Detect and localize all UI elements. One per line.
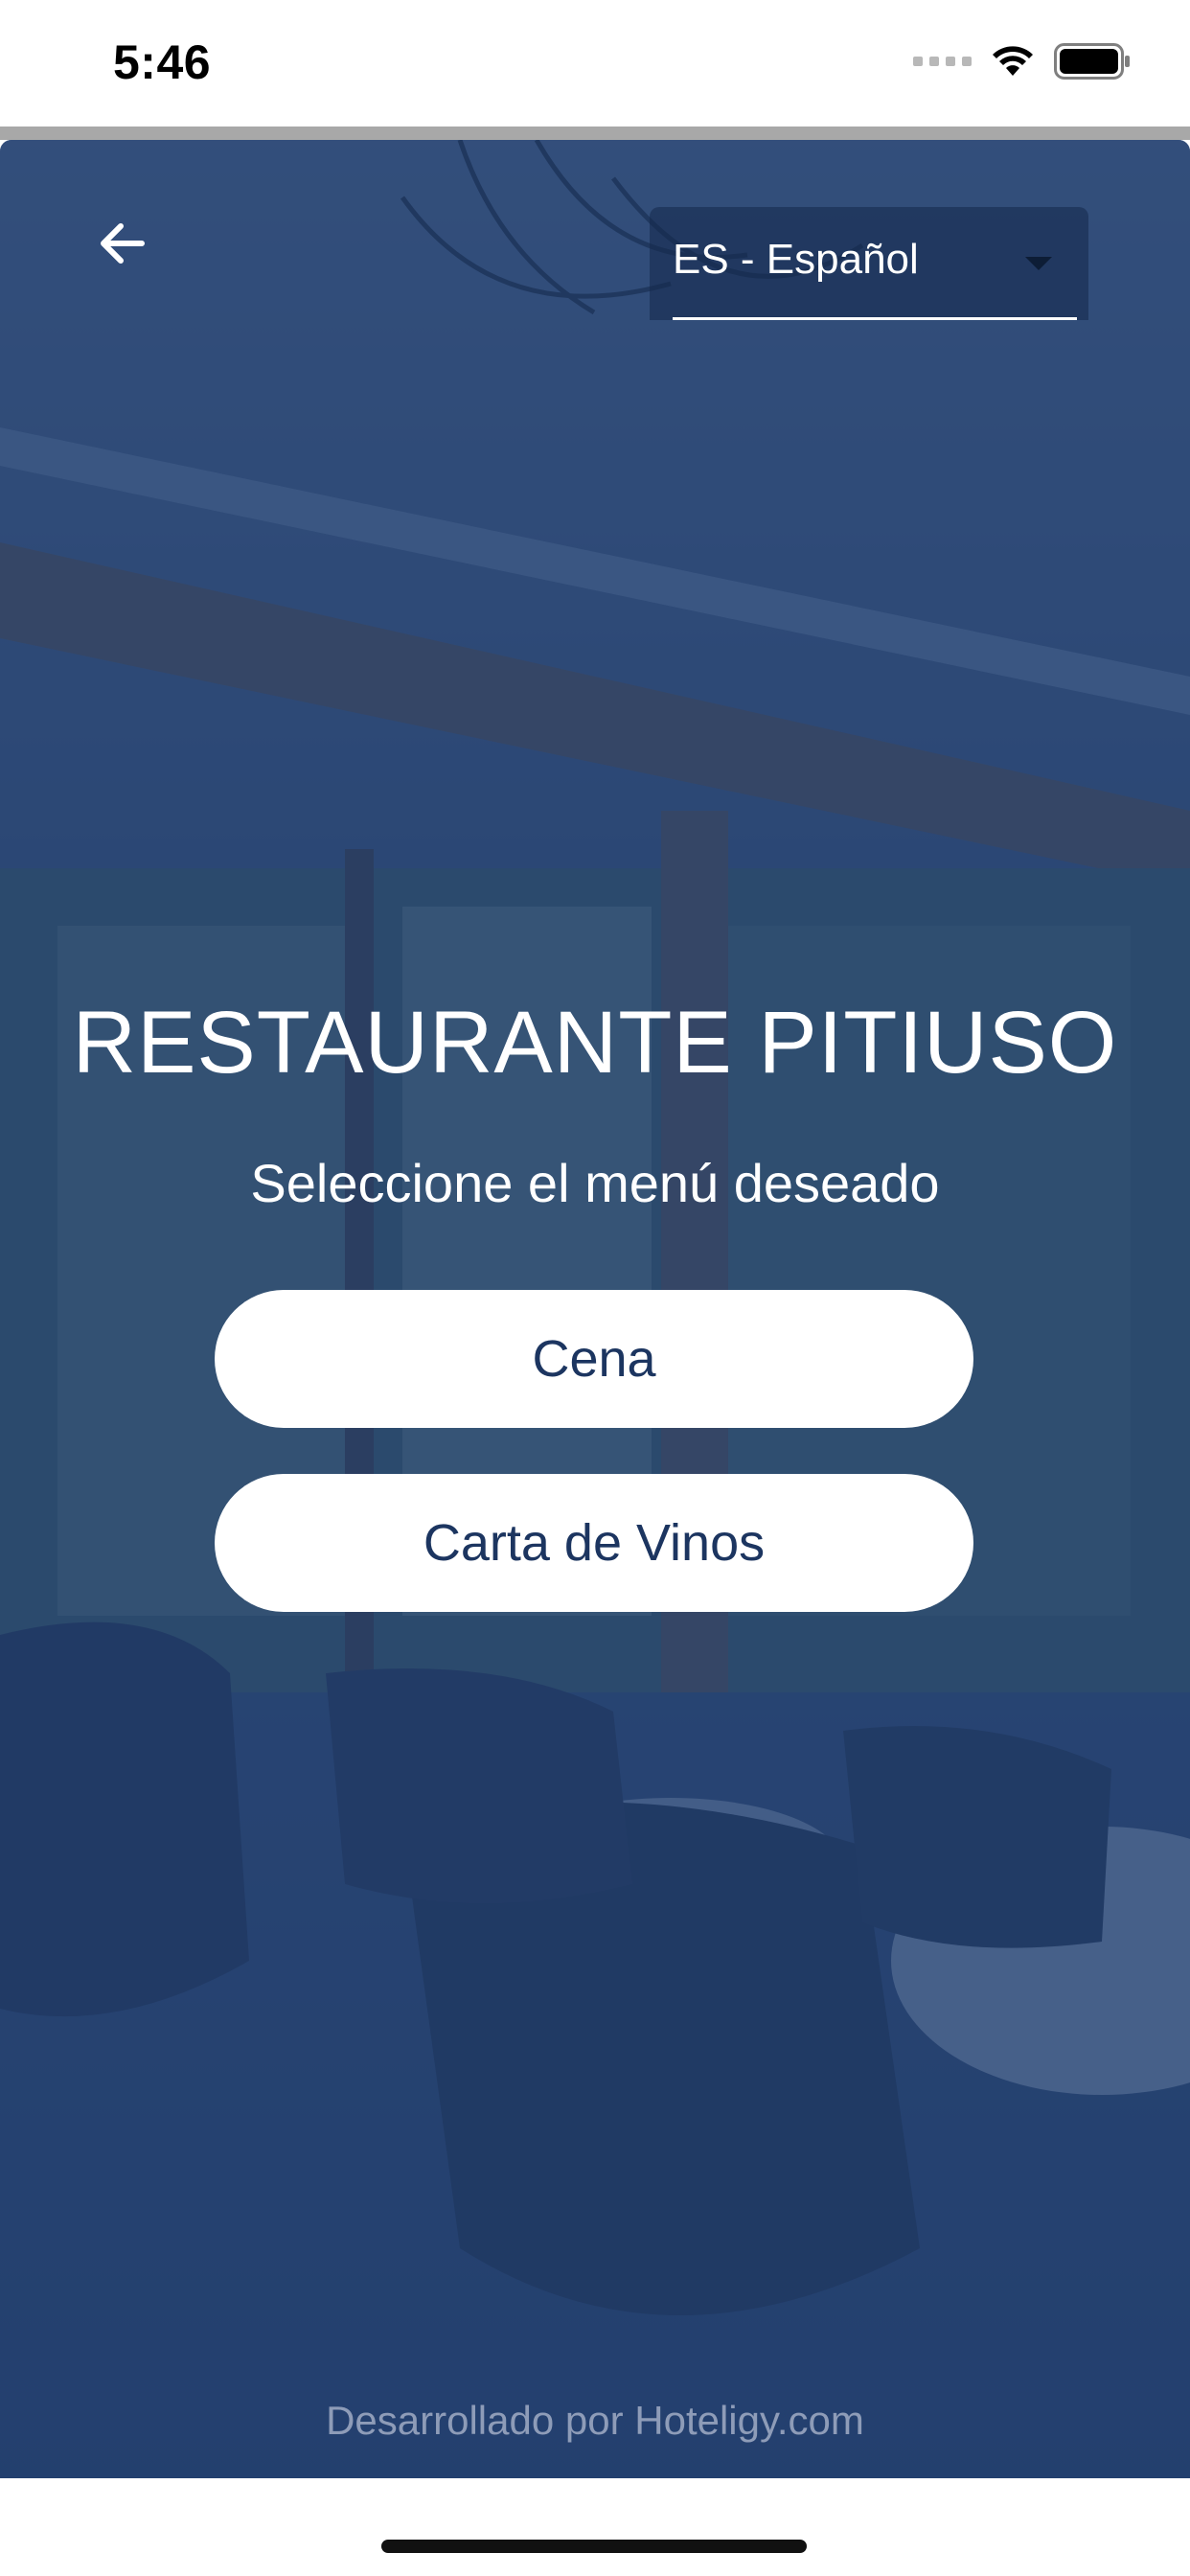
battery-icon	[1054, 43, 1130, 80]
restaurant-hero: ES - Español RESTAURANTE PITIUSO Selecci…	[0, 140, 1190, 2478]
home-indicator-area	[0, 2478, 1190, 2576]
arrow-left-icon	[101, 223, 145, 264]
language-select-value: ES - Español	[673, 236, 919, 283]
language-select-underline	[673, 317, 1077, 320]
cellular-signal-icon	[913, 57, 972, 66]
developer-credit: Desarrollado por Hoteligy.com	[326, 2398, 864, 2443]
modal-backdrop-strip	[0, 126, 1190, 140]
home-indicator[interactable]	[381, 2540, 807, 2553]
menu-button-carta-de-vinos[interactable]: Carta de Vinos	[215, 1474, 973, 1612]
caret-down-icon	[1025, 257, 1052, 270]
status-icons	[913, 42, 1131, 80]
status-time: 5:46	[113, 35, 212, 89]
menu-button-cena[interactable]: Cena	[215, 1290, 973, 1428]
app-screen: 5:46 ES - Español RESTAURANTE PITIUSO Se…	[0, 0, 1190, 2576]
menu-prompt: Seleccione el menú deseado	[250, 1153, 940, 1213]
restaurant-title: RESTAURANTE PITIUSO	[72, 994, 1118, 1092]
back-button[interactable]	[92, 213, 153, 274]
status-bar: 5:46	[0, 0, 1190, 126]
language-select[interactable]: ES - Español	[650, 207, 1088, 320]
wifi-icon	[993, 46, 1033, 76]
